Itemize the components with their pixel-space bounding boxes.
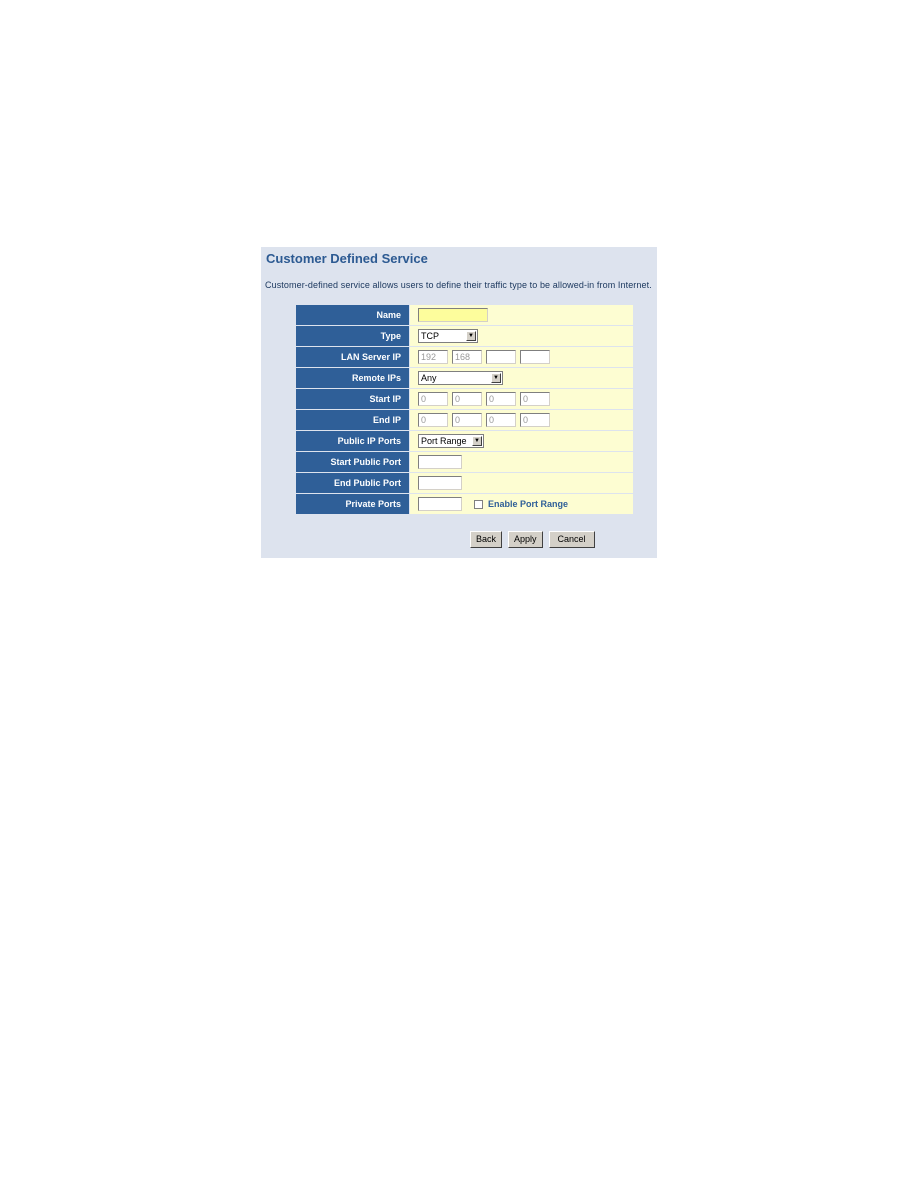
end-public-port-label: End Public Port bbox=[296, 473, 409, 493]
type-label: Type bbox=[296, 326, 409, 346]
start-public-port-label: Start Public Port bbox=[296, 452, 409, 472]
end-ip-octet-4[interactable]: 0 bbox=[520, 413, 550, 427]
row-name: Name bbox=[296, 305, 633, 325]
page-description: Customer-defined service allows users to… bbox=[265, 280, 652, 290]
enable-port-range-checkbox[interactable] bbox=[474, 499, 483, 509]
public-ip-ports-selected: Port Range bbox=[421, 436, 467, 446]
end-ip-label: End IP bbox=[296, 410, 409, 430]
row-private-ports: Private Ports Enable Port Range bbox=[296, 494, 633, 514]
lan-ip-octet-1: 192 bbox=[418, 350, 448, 364]
end-ip-octet-2[interactable]: 0 bbox=[452, 413, 482, 427]
start-ip-octet-4[interactable]: 0 bbox=[520, 392, 550, 406]
public-ip-ports-label: Public IP Ports bbox=[296, 431, 409, 451]
lan-ip-octet-2: 168 bbox=[452, 350, 482, 364]
back-button[interactable]: Back bbox=[470, 531, 503, 548]
start-ip-label: Start IP bbox=[296, 389, 409, 409]
chevron-down-icon[interactable]: ▼ bbox=[466, 331, 476, 341]
name-input[interactable] bbox=[418, 308, 488, 322]
private-ports-input[interactable] bbox=[418, 497, 462, 511]
lan-ip-octet-4[interactable] bbox=[520, 350, 550, 364]
apply-button[interactable]: Apply bbox=[508, 531, 543, 548]
row-start-public-port: Start Public Port bbox=[296, 452, 633, 472]
service-form: Name Type TCP ▼ LAN Server IP 192 168 Rem… bbox=[296, 305, 633, 515]
start-public-port-input[interactable] bbox=[418, 455, 462, 469]
row-end-ip: End IP 0 0 0 0 bbox=[296, 410, 633, 430]
row-public-ip-ports: Public IP Ports Port Range ▼ bbox=[296, 431, 633, 451]
end-public-port-input[interactable] bbox=[418, 476, 462, 490]
page-title: Customer Defined Service bbox=[266, 251, 428, 266]
start-ip-octet-2[interactable]: 0 bbox=[452, 392, 482, 406]
row-start-ip: Start IP 0 0 0 0 bbox=[296, 389, 633, 409]
row-type: Type TCP ▼ bbox=[296, 326, 633, 346]
name-label: Name bbox=[296, 305, 409, 325]
remote-ips-select[interactable]: Any ▼ bbox=[418, 371, 503, 385]
public-ip-ports-select[interactable]: Port Range ▼ bbox=[418, 434, 484, 448]
chevron-down-icon[interactable]: ▼ bbox=[491, 373, 501, 383]
start-ip-octet-3[interactable]: 0 bbox=[486, 392, 516, 406]
lan-server-ip-label: LAN Server IP bbox=[296, 347, 409, 367]
customer-defined-service-panel: Customer Defined Service Customer-define… bbox=[261, 247, 657, 558]
button-bar: Back Apply Cancel bbox=[470, 531, 595, 548]
enable-port-range-label: Enable Port Range bbox=[488, 499, 569, 509]
row-lan-server-ip: LAN Server IP 192 168 bbox=[296, 347, 633, 367]
row-end-public-port: End Public Port bbox=[296, 473, 633, 493]
lan-ip-octet-3[interactable] bbox=[486, 350, 516, 364]
type-selected: TCP bbox=[421, 331, 439, 341]
start-ip-octet-1[interactable]: 0 bbox=[418, 392, 448, 406]
remote-ips-label: Remote IPs bbox=[296, 368, 409, 388]
private-ports-label: Private Ports bbox=[296, 494, 409, 514]
remote-ips-selected: Any bbox=[421, 373, 437, 383]
type-select[interactable]: TCP ▼ bbox=[418, 329, 478, 343]
chevron-down-icon[interactable]: ▼ bbox=[472, 436, 482, 446]
end-ip-octet-1[interactable]: 0 bbox=[418, 413, 448, 427]
end-ip-octet-3[interactable]: 0 bbox=[486, 413, 516, 427]
cancel-button[interactable]: Cancel bbox=[548, 531, 595, 548]
row-remote-ips: Remote IPs Any ▼ bbox=[296, 368, 633, 388]
